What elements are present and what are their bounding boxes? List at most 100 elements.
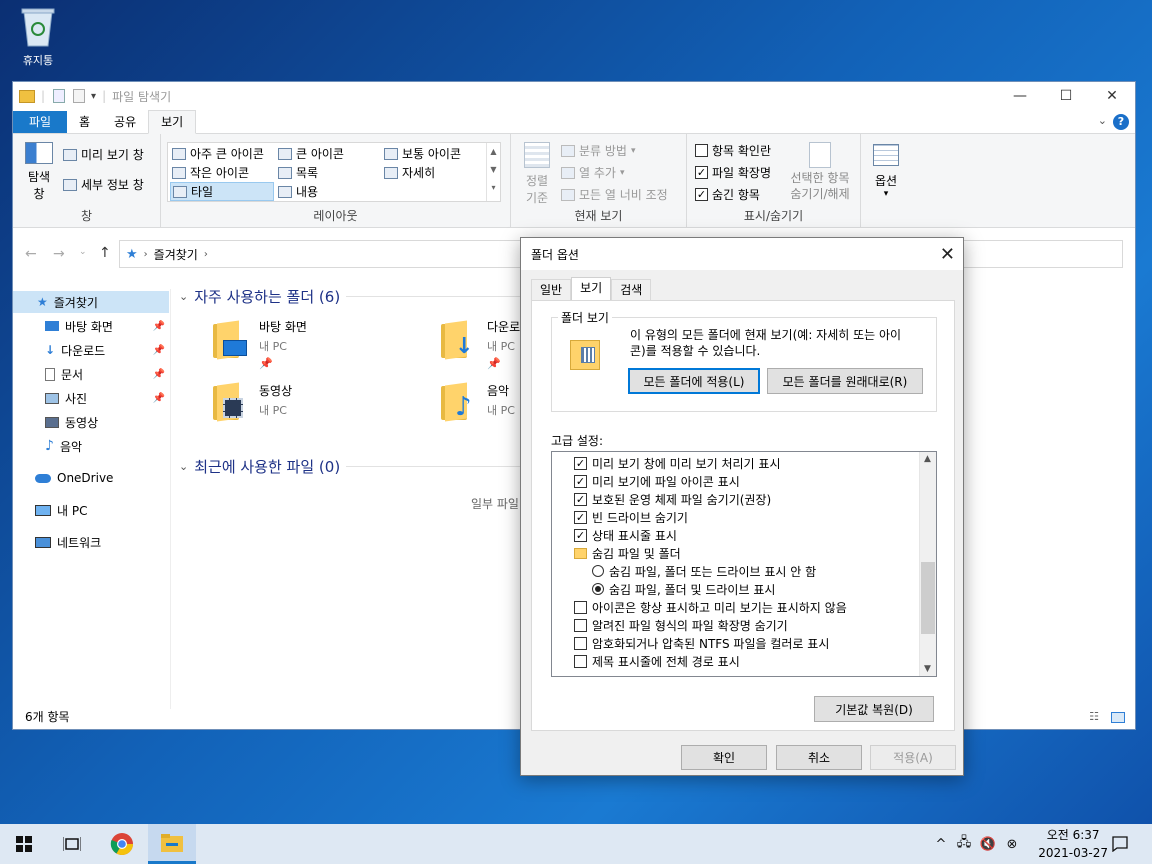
nav-item-music[interactable]: ♪ 음악 [13, 435, 169, 457]
fit-columns-button[interactable]: 모든 열 너비 조정 [561, 186, 668, 203]
folder-desktop[interactable]: 바탕 화면 내 PC 📌 [259, 318, 307, 370]
advanced-setting-item[interactable]: 암호화되거나 압축된 NTFS 파일을 컬러로 표시 [574, 634, 829, 652]
recent-locations-icon[interactable]: ⌄ [79, 247, 87, 257]
nav-item-documents[interactable]: 문서 📌 [13, 363, 169, 385]
scroll-down-icon[interactable]: ▼ [924, 664, 931, 674]
layout-list[interactable]: 목록 [278, 164, 318, 181]
setting-checkbox[interactable] [574, 600, 587, 614]
dialog-close-icon[interactable]: ✕ [940, 244, 955, 265]
action-center-button[interactable] [1096, 824, 1144, 864]
setting-checkbox[interactable]: ✓ [574, 474, 587, 488]
up-arrow-icon[interactable]: ↑ [99, 245, 111, 261]
recent-files-header[interactable]: ⌄ 최근에 사용한 파일 (0) [179, 456, 527, 477]
layout-content[interactable]: 내용 [278, 183, 318, 200]
nav-item-network[interactable]: 네트워크 [13, 531, 169, 553]
reset-folders-button[interactable]: 모든 폴더를 원래대로(R) [767, 368, 923, 394]
folder-videos[interactable]: 동영상 내 PC [259, 382, 292, 418]
start-button[interactable] [0, 824, 48, 864]
setting-checkbox[interactable] [574, 618, 587, 632]
advanced-setting-item[interactable]: ✓ 상태 표시줄 표시 [574, 526, 677, 544]
file-extensions-checkbox[interactable]: ✓ [695, 166, 708, 179]
layout-small-icons[interactable]: 작은 아이콘 [172, 164, 249, 181]
restore-defaults-button[interactable]: 기본값 복원(D) [814, 696, 934, 722]
advanced-setting-item[interactable]: 아이콘은 항상 표시하고 미리 보기는 표시하지 않음 [574, 598, 847, 616]
tab-share[interactable]: 공유 [102, 111, 148, 133]
setting-radio[interactable] [592, 565, 604, 577]
ok-button[interactable]: 확인 [681, 745, 767, 770]
layout-details[interactable]: 자세히 [384, 164, 435, 181]
folder-music[interactable]: 음악 내 PC [487, 382, 515, 418]
nav-item-videos[interactable]: 동영상 [13, 411, 169, 433]
advanced-setting-item[interactable]: ✓ 미리 보기에 파일 아이콘 표시 [574, 472, 740, 490]
apply-to-folders-button[interactable]: 모든 폴더에 적용(L) [628, 368, 760, 394]
advanced-setting-item[interactable]: 숨김 파일, 폴더 또는 드라이브 표시 안 함 [592, 562, 816, 580]
advanced-setting-item[interactable]: ✓ 보호된 운영 체제 파일 숨기기(권장) [574, 490, 771, 508]
tab-view[interactable]: 보기 [571, 277, 612, 301]
advanced-setting-item[interactable]: 알려진 파일 형식의 파일 확장명 숨기기 [574, 616, 788, 634]
show-hidden-icons-chevron[interactable]: ^ [930, 837, 952, 852]
apply-button[interactable]: 적용(A) [870, 745, 956, 770]
task-view-button[interactable] [48, 824, 96, 864]
network-status-icon[interactable]: 🖧 [952, 833, 976, 855]
folder-music-icon[interactable]: ♪ [441, 382, 481, 422]
setting-checkbox[interactable]: ✓ [574, 492, 587, 506]
item-checkboxes-checkbox[interactable] [695, 144, 708, 157]
breadcrumb-quick-access[interactable]: 즐겨찾기 [154, 246, 198, 263]
nav-item-downloads[interactable]: ↓ 다운로드 📌 [13, 339, 169, 361]
hide-selected-items-button[interactable]: 선택한 항목 숨기기/해제 [785, 142, 855, 202]
add-columns-button[interactable]: 열 추가 ▾ [561, 164, 624, 181]
setting-checkbox[interactable] [574, 654, 587, 668]
preview-pane-button[interactable]: 미리 보기 창 [63, 146, 144, 163]
scrollbar-thumb[interactable] [921, 562, 935, 634]
advanced-settings-scrollbar[interactable]: ▲ ▼ [919, 452, 936, 676]
tab-view[interactable]: 보기 [148, 110, 197, 134]
setting-checkbox[interactable]: ✓ [574, 528, 587, 542]
volume-muted-icon[interactable]: 🔇 [976, 837, 1000, 852]
hidden-items-checkbox[interactable]: ✓ [695, 188, 708, 201]
tab-general[interactable]: 일반 [531, 279, 572, 300]
details-pane-button[interactable]: 세부 정보 창 [63, 176, 144, 193]
advanced-setting-item[interactable]: ✓ 미리 보기 창에 미리 보기 처리기 표시 [574, 454, 781, 472]
layout-gallery-scroll[interactable]: ▲ ▼ ▾ [486, 143, 500, 201]
folder-desktop-icon[interactable] [213, 320, 253, 360]
nav-item-pictures[interactable]: 사진 📌 [13, 387, 169, 409]
nav-item-onedrive[interactable]: OneDrive [13, 467, 169, 489]
folder-videos-icon[interactable] [213, 382, 253, 422]
back-arrow-icon[interactable]: ← [25, 246, 37, 262]
close-button[interactable]: ✕ [1089, 82, 1135, 110]
nav-item-desktop[interactable]: 바탕 화면 📌 [13, 315, 169, 337]
layout-large-icons[interactable]: 큰 아이콘 [278, 145, 344, 162]
tab-home[interactable]: 홈 [67, 111, 102, 133]
maximize-button[interactable]: ☐ [1043, 82, 1089, 110]
nav-item-this-pc[interactable]: 내 PC [13, 499, 169, 521]
properties-quick-icon[interactable] [53, 89, 66, 103]
nav-item-quick-access[interactable]: ★ 즐겨찾기 [13, 291, 169, 313]
forward-arrow-icon[interactable]: → [53, 246, 65, 262]
notification-blocked-icon[interactable]: ⊗ [1000, 837, 1024, 852]
details-view-icon[interactable]: ☷ [1089, 710, 1099, 723]
help-icon[interactable]: ? [1113, 114, 1129, 130]
options-button[interactable]: 옵션 ▾ [869, 144, 903, 199]
file-extensions-toggle[interactable]: ✓ 파일 확장명 [695, 164, 771, 181]
tab-file[interactable]: 파일 [13, 111, 67, 133]
new-folder-quick-icon[interactable] [73, 89, 86, 103]
chrome-taskbar-button[interactable] [98, 824, 146, 864]
navigation-pane-button[interactable]: 탐색 창 [21, 142, 57, 202]
advanced-setting-item[interactable]: 제목 표시줄에 전체 경로 표시 [574, 652, 740, 670]
hidden-items-toggle[interactable]: ✓ 숨긴 항목 [695, 186, 760, 203]
advanced-setting-item[interactable]: ✓ 빈 드라이브 숨기기 [574, 508, 688, 526]
quick-access-dropdown-icon[interactable]: ▾ [91, 91, 96, 102]
advanced-setting-item[interactable]: 숨김 파일, 폴더 및 드라이브 표시 [592, 580, 775, 598]
large-icons-view-icon[interactable] [1111, 712, 1125, 723]
folder-downloads[interactable]: 다운로 내 PC 📌 [487, 318, 520, 370]
group-by-button[interactable]: 분류 방법 ▾ [561, 142, 636, 159]
collapse-ribbon-icon[interactable]: ⌄ [1098, 114, 1107, 127]
layout-medium-icons[interactable]: 보통 아이콘 [384, 145, 461, 162]
breadcrumb-separator-icon[interactable]: › [204, 249, 208, 260]
cancel-button[interactable]: 취소 [776, 745, 862, 770]
minimize-button[interactable]: — [997, 82, 1043, 110]
file-explorer-taskbar-button[interactable] [148, 824, 196, 864]
setting-radio[interactable] [592, 583, 604, 595]
tab-search[interactable]: 검색 [611, 279, 652, 300]
item-checkboxes-toggle[interactable]: 항목 확인란 [695, 142, 771, 159]
